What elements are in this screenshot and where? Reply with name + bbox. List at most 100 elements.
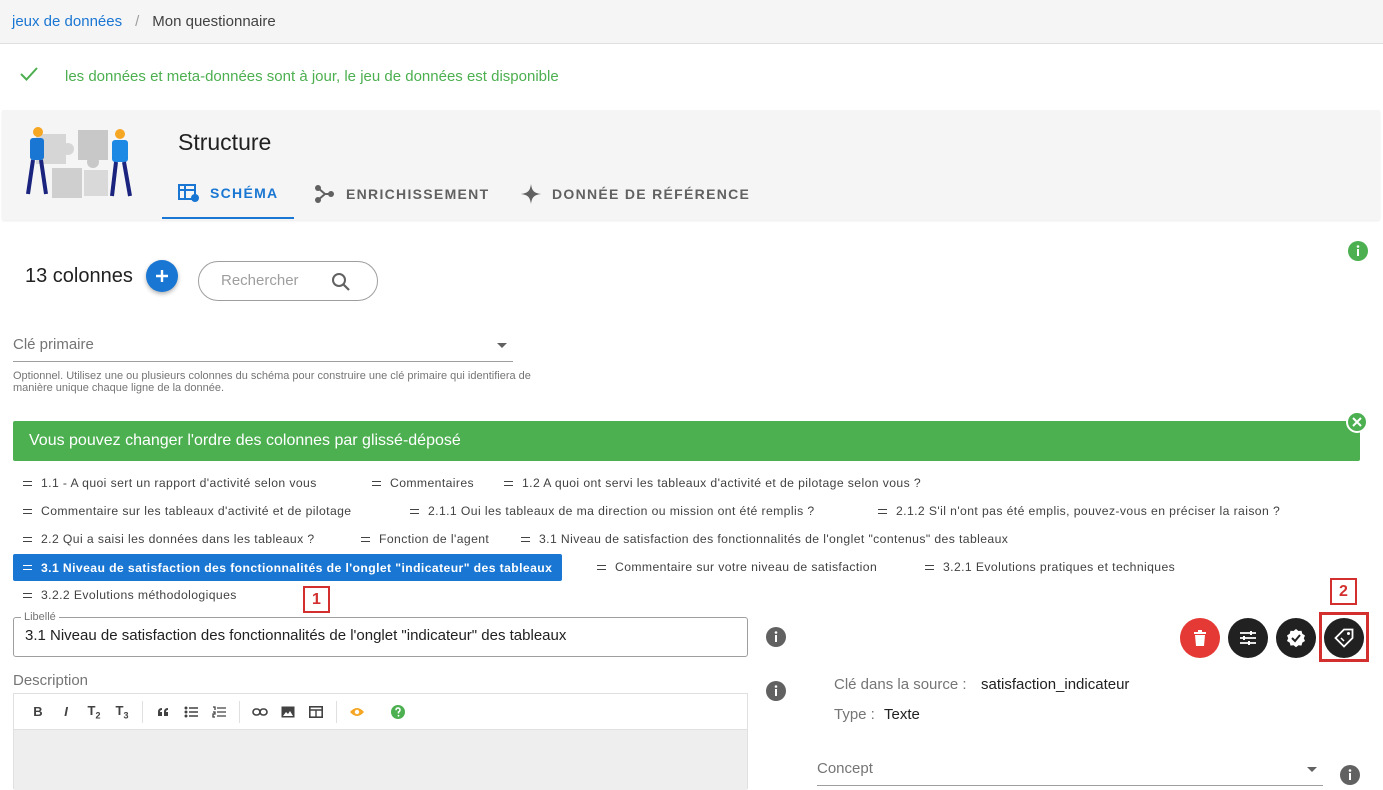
heading-3-button[interactable]: T3 — [108, 700, 136, 724]
bullet-list-button[interactable] — [177, 700, 205, 724]
info-icon[interactable] — [1348, 241, 1368, 261]
status-bar: les données et meta-données sont à jour,… — [0, 44, 1383, 106]
chevron-down-icon — [1307, 767, 1317, 772]
sparkle-icon — [521, 183, 541, 204]
breadcrumb-separator: / — [135, 13, 140, 30]
add-column-button[interactable] — [146, 260, 178, 292]
toolbar-divider — [336, 700, 337, 723]
drag-handle-icon — [23, 565, 32, 570]
column-chip[interactable]: Commentaires — [362, 471, 482, 495]
chevron-down-icon — [497, 343, 507, 348]
annotation-marker-1: 1 — [303, 586, 330, 613]
editor-body[interactable] — [14, 730, 747, 790]
table-button[interactable] — [302, 700, 330, 724]
concept-select[interactable]: Concept — [817, 754, 1323, 786]
numbered-list-button[interactable] — [205, 700, 233, 724]
annotation-highlight-box — [1319, 612, 1369, 662]
concept-label: Concept — [817, 760, 873, 777]
help-button[interactable] — [384, 700, 412, 724]
primary-key-label: Clé primaire — [13, 336, 94, 353]
settings-button[interactable] — [1228, 618, 1268, 658]
image-button[interactable] — [274, 700, 302, 724]
link-button[interactable] — [246, 700, 274, 724]
type-label: Type : — [834, 706, 875, 723]
libelle-label: Libellé — [21, 611, 59, 623]
search-icon[interactable] — [331, 272, 351, 292]
info-icon[interactable] — [1340, 765, 1360, 785]
column-chip[interactable]: 3.2.2 Evolutions méthodologiques — [13, 583, 245, 607]
column-count: 13 colonnes — [25, 265, 133, 287]
editor-toolbar: B I T2 T3 — [14, 694, 747, 730]
description-editor: B I T2 T3 — [13, 693, 748, 790]
status-message: les données et meta-données sont à jour,… — [65, 68, 559, 85]
breadcrumb: jeux de données / Mon questionnaire — [0, 0, 1383, 44]
drag-handle-icon — [597, 564, 606, 570]
primary-key-select[interactable]: Clé primaire — [13, 330, 513, 362]
tab-donnee-reference[interactable]: DONNÉE DE RÉFÉRENCE — [520, 168, 750, 219]
sliders-icon — [1240, 631, 1256, 645]
drag-handle-icon — [23, 536, 32, 542]
structure-card: Structure SCHÉMA ENRICHISSEMENT DONNÉE D… — [2, 110, 1380, 220]
tab-enrichissement[interactable]: ENRICHISSEMENT — [314, 168, 489, 219]
drag-handle-icon — [23, 480, 32, 486]
tab-enrichissement-label: ENRICHISSEMENT — [346, 185, 490, 202]
column-chip[interactable]: 2.2 Qui a saisi les données dans les tab… — [13, 527, 323, 551]
tab-schema-label: SCHÉMA — [210, 184, 279, 201]
check-icon — [20, 67, 38, 81]
column-chip[interactable]: 2.1.1 Oui les tableaux de ma direction o… — [400, 499, 823, 523]
toolbar-divider — [142, 700, 143, 723]
image-icon — [281, 706, 295, 717]
drag-handle-icon — [925, 564, 934, 570]
preview-button[interactable] — [343, 700, 371, 724]
bullet-list-icon — [184, 706, 198, 717]
tab-donnee-reference-label: DONNÉE DE RÉFÉRENCE — [552, 185, 751, 202]
column-chip[interactable]: 1.1 - A quoi sert un rapport d'activité … — [13, 471, 325, 495]
bold-button[interactable]: B — [24, 700, 52, 724]
drag-handle-icon — [23, 592, 32, 598]
breadcrumb-link-datasets[interactable]: jeux de données — [12, 13, 122, 30]
delete-button[interactable] — [1180, 618, 1220, 658]
close-icon — [1352, 417, 1362, 427]
quote-button[interactable] — [149, 700, 177, 724]
help-icon — [391, 704, 405, 719]
drag-handle-icon — [878, 508, 887, 514]
structure-title: Structure — [178, 129, 272, 155]
info-icon[interactable] — [766, 681, 786, 701]
source-key-value: satisfaction_indicateur — [981, 676, 1130, 693]
toolbar-divider — [239, 700, 240, 723]
tab-schema[interactable]: SCHÉMA — [162, 168, 295, 219]
column-chip[interactable]: Commentaire sur votre niveau de satisfac… — [587, 555, 885, 579]
numbered-list-icon — [212, 705, 226, 718]
italic-button[interactable]: I — [52, 700, 80, 724]
close-banner-button[interactable] — [1346, 411, 1368, 433]
drag-handle-icon — [361, 536, 370, 542]
annotation-marker-2: 2 — [1330, 578, 1357, 605]
puzzle-illustration-icon — [26, 127, 132, 198]
libelle-value[interactable]: 3.1 Niveau de satisfaction des fonctionn… — [25, 627, 566, 644]
graph-icon — [315, 184, 334, 203]
breadcrumb-current: Mon questionnaire — [152, 13, 276, 30]
eye-icon — [350, 707, 364, 716]
column-chip[interactable]: 3.1 Niveau de satisfaction des fonctionn… — [511, 527, 1016, 551]
validate-button[interactable] — [1276, 618, 1316, 658]
verified-badge-icon — [1287, 629, 1305, 648]
search-box — [198, 261, 378, 301]
column-chip[interactable]: 1.2 A quoi ont servi les tableaux d'acti… — [494, 471, 929, 495]
column-chip-selected[interactable]: 3.1 Niveau de satisfaction des fonctionn… — [13, 554, 563, 581]
drag-handle-icon — [521, 536, 530, 542]
description-label: Description — [13, 672, 89, 689]
column-chip[interactable]: Commentaire sur les tableaux d'activité … — [13, 499, 360, 523]
primary-key-hint: Optionnel. Utilisez une ou plusieurs col… — [13, 370, 531, 394]
column-chip[interactable]: Fonction de l'agent — [351, 527, 497, 551]
column-chip[interactable]: 2.1.2 S'il n'ont pas été emplis, pouvez-… — [868, 499, 1288, 523]
drag-handle-icon — [23, 508, 32, 514]
link-icon — [252, 707, 268, 716]
column-chip[interactable]: 3.2.1 Evolutions pratiques et techniques — [915, 555, 1183, 579]
drag-handle-icon — [372, 480, 381, 486]
heading-2-button[interactable]: T2 — [80, 700, 108, 724]
info-icon[interactable] — [766, 627, 786, 647]
table-settings-icon — [178, 183, 199, 202]
source-key-label: Clé dans la source : — [834, 676, 967, 693]
search-input[interactable] — [221, 272, 331, 289]
